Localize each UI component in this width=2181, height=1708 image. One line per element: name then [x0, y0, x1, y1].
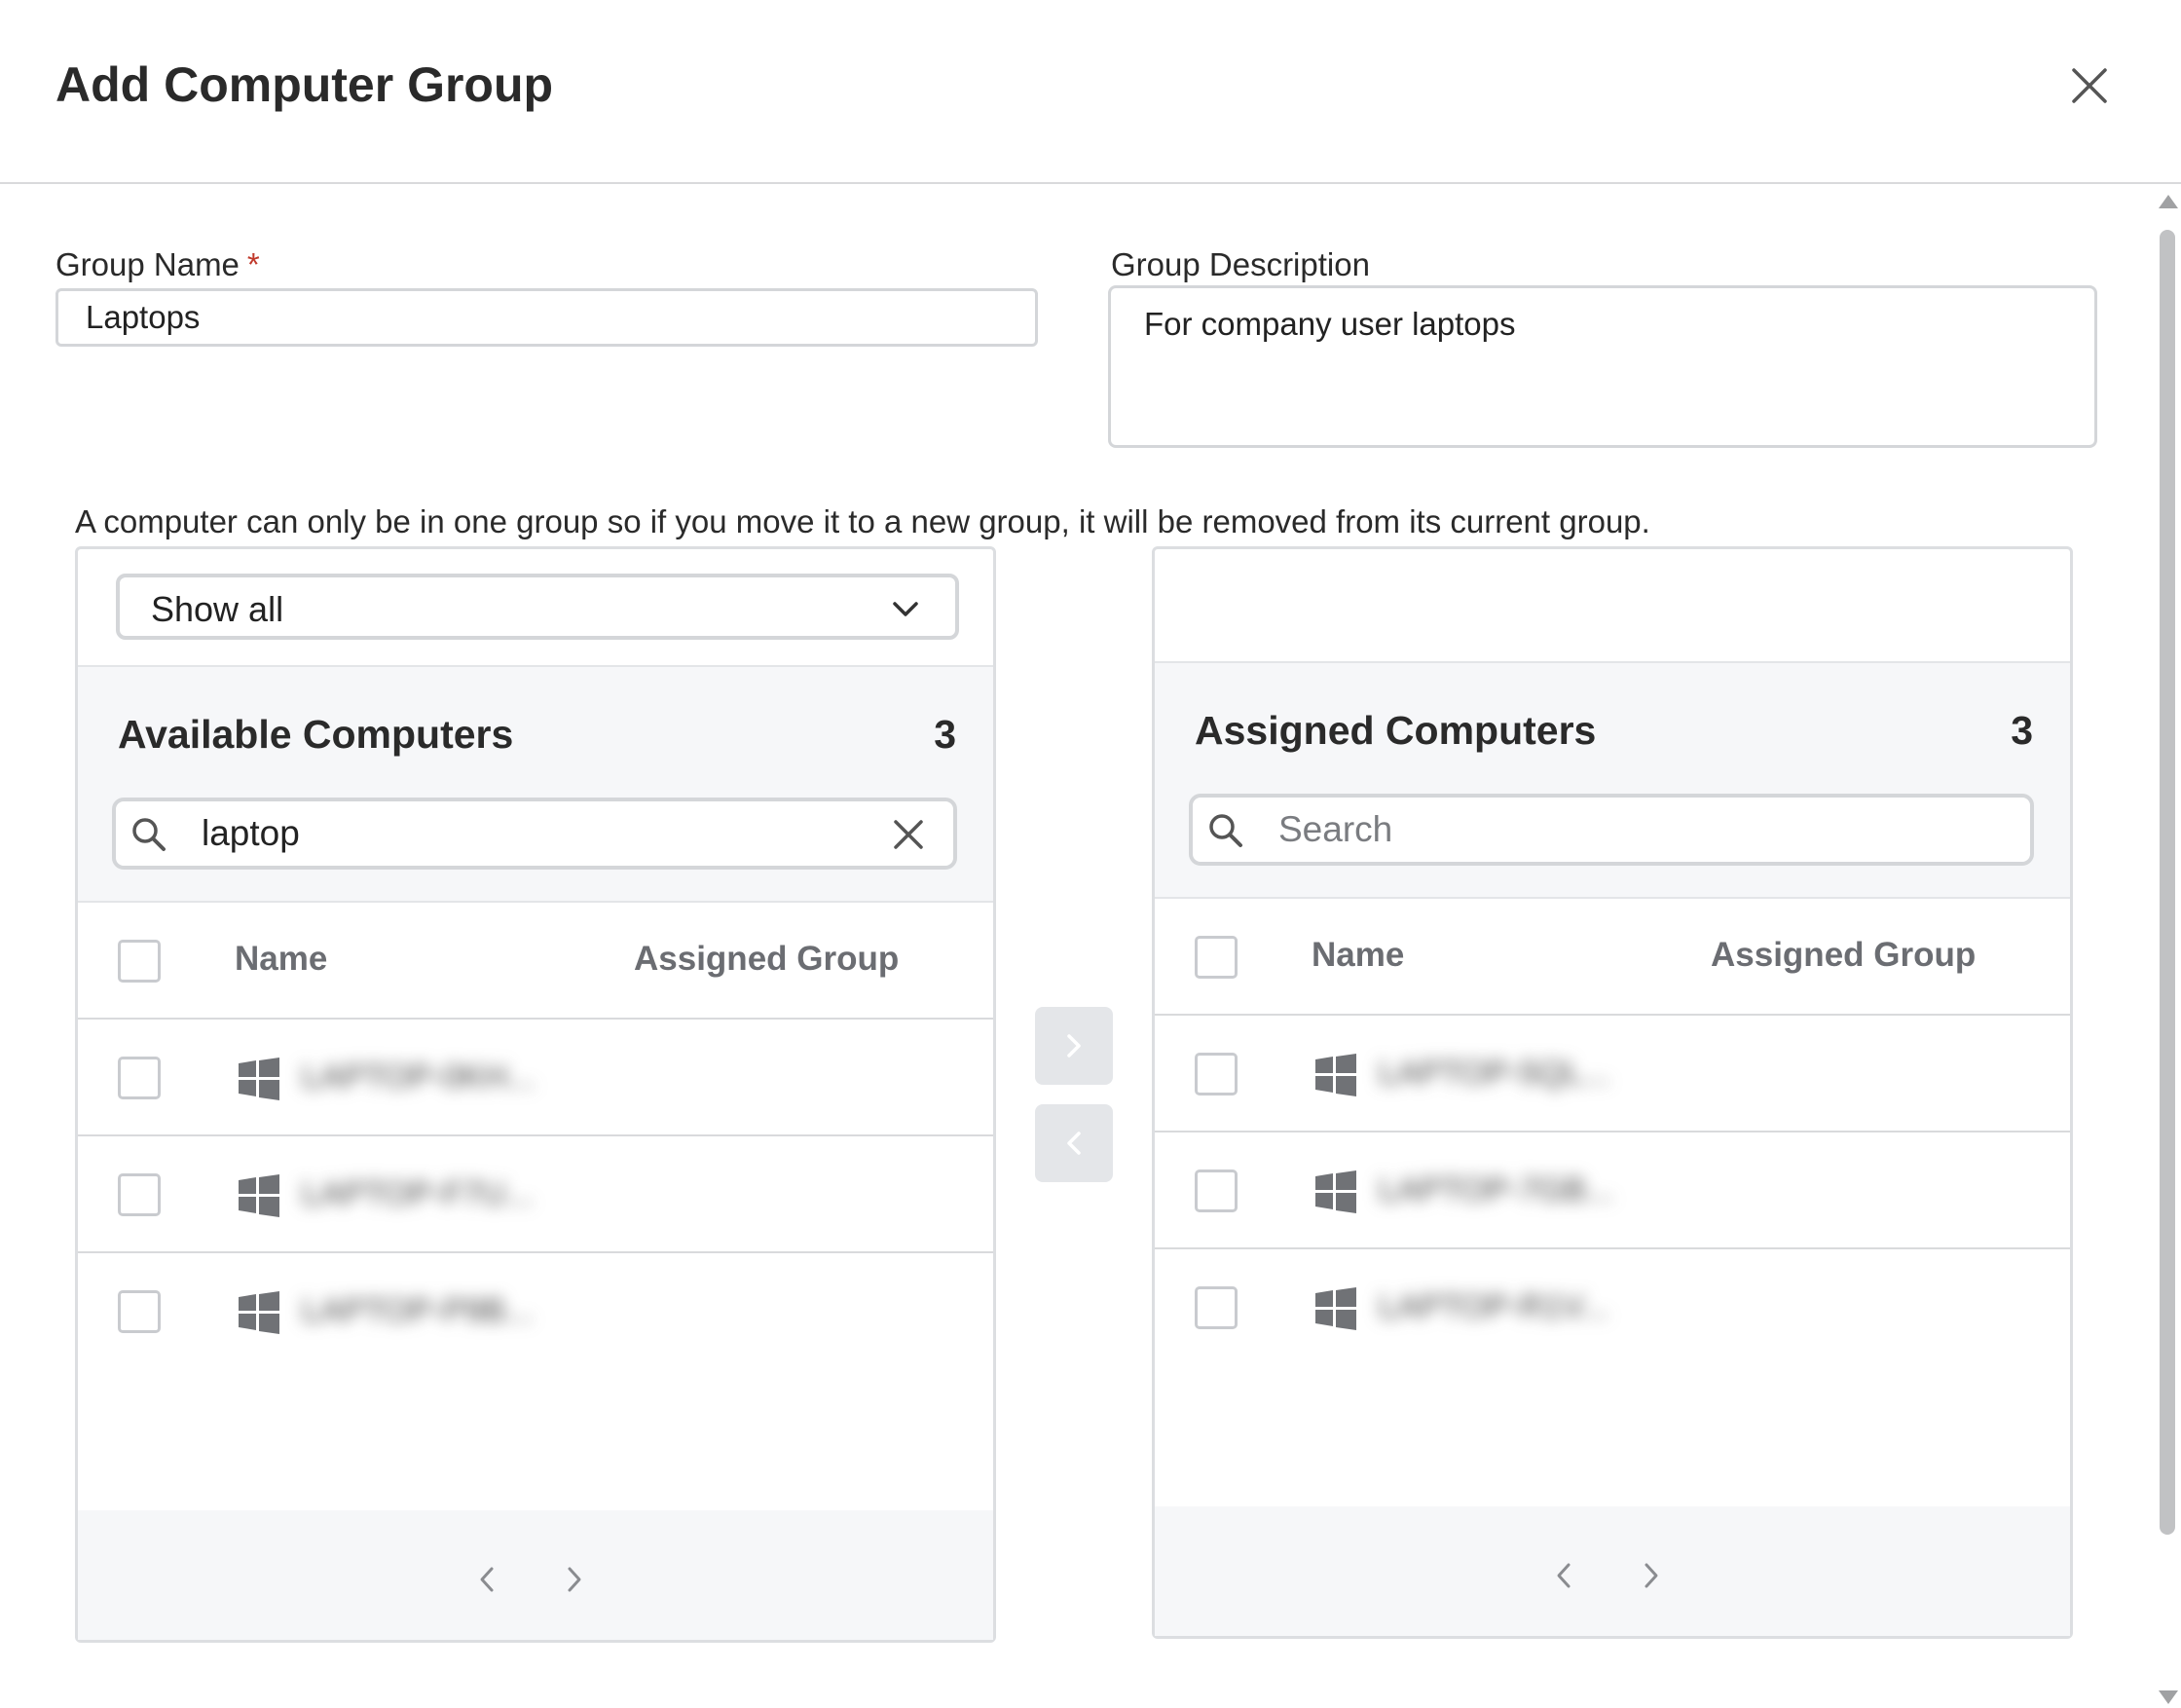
available-computers-title: Available Computers	[118, 712, 514, 757]
chevron-right-icon	[1067, 1034, 1081, 1058]
table-row[interactable]: LAPTOP-0KH...	[78, 1020, 993, 1136]
computer-name: LAPTOP-7GB...	[1379, 1171, 1614, 1208]
column-header-assigned-group[interactable]: Assigned Group	[1711, 936, 1976, 975]
assigned-table: Name Assigned Group LAPTOP-5QL... LAPTOP…	[1155, 897, 2070, 1506]
search-icon	[132, 818, 166, 851]
row-checkbox[interactable]	[118, 1057, 161, 1099]
computer-name: LAPTOP-5QL...	[1379, 1055, 1610, 1092]
row-checkbox[interactable]	[118, 1173, 161, 1216]
assigned-search-box	[1189, 794, 2034, 866]
modal-scrollbar[interactable]	[2155, 191, 2181, 1708]
show-filter-value: Show all	[151, 589, 284, 629]
group-description-textarea[interactable]: For company user laptops	[1108, 285, 2097, 448]
table-row[interactable]: LAPTOP-P9B...	[78, 1253, 993, 1370]
row-checkbox[interactable]	[1195, 1053, 1238, 1095]
select-all-checkbox[interactable]	[118, 940, 161, 983]
table-row[interactable]: LAPTOP-R1V...	[1155, 1249, 2070, 1366]
computer-name: LAPTOP-P9B...	[302, 1292, 534, 1329]
close-button[interactable]	[2064, 60, 2115, 111]
previous-page-icon[interactable]	[473, 1562, 500, 1597]
windows-icon	[1315, 1170, 1356, 1213]
group-name-input[interactable]	[55, 288, 1038, 347]
table-row[interactable]: LAPTOP-5QL...	[1155, 1016, 2070, 1132]
column-header-assigned-group[interactable]: Assigned Group	[634, 940, 899, 979]
required-mark: *	[246, 246, 260, 282]
row-checkbox[interactable]	[1195, 1170, 1238, 1212]
computer-name: LAPTOP-F7U...	[302, 1175, 534, 1212]
select-all-checkbox[interactable]	[1195, 936, 1238, 979]
available-table-header: Name Assigned Group	[78, 903, 993, 1020]
move-right-button[interactable]	[1035, 1007, 1113, 1085]
scroll-down-icon[interactable]	[2159, 1690, 2178, 1704]
available-computers-count: 3	[934, 712, 956, 757]
available-pager	[78, 1511, 993, 1640]
row-checkbox[interactable]	[1195, 1286, 1238, 1329]
column-header-name[interactable]: Name	[235, 940, 327, 979]
group-description-label: Group Description	[1111, 246, 1370, 282]
chevron-left-icon	[1067, 1132, 1081, 1155]
available-list-area: Available Computers 3 Name Assigned Grou…	[78, 665, 993, 1640]
group-name-label: Group Name *	[55, 246, 260, 283]
group-name-label-text: Group Name	[55, 246, 240, 282]
windows-icon	[239, 1058, 279, 1100]
table-row[interactable]: LAPTOP-7GB...	[1155, 1132, 2070, 1249]
assigned-computers-count: 3	[2011, 708, 2033, 753]
row-checkbox[interactable]	[118, 1290, 161, 1333]
search-icon	[1209, 814, 1242, 847]
table-row[interactable]: LAPTOP-F7U...	[78, 1136, 993, 1253]
next-page-icon[interactable]	[561, 1562, 588, 1597]
available-search-box	[112, 798, 957, 870]
modal-title: Add Computer Group	[55, 57, 554, 112]
windows-icon	[1315, 1287, 1356, 1330]
move-left-button[interactable]	[1035, 1104, 1113, 1182]
close-icon	[2072, 68, 2107, 103]
windows-icon	[1315, 1054, 1356, 1096]
scroll-up-icon[interactable]	[2159, 195, 2178, 208]
assigned-table-header: Name Assigned Group	[1155, 899, 2070, 1016]
available-table: Name Assigned Group LAPTOP-0KH... LAPTOP…	[78, 901, 993, 1510]
windows-icon	[239, 1174, 279, 1217]
assigned-computers-panel: Assigned Computers 3 Name Assigned Group…	[1152, 546, 2073, 1639]
windows-icon	[239, 1291, 279, 1334]
assigned-pager	[1155, 1507, 2070, 1636]
chevron-down-icon	[893, 602, 918, 616]
available-computers-panel: Show all Available Computers 3 Name Assi…	[75, 546, 996, 1643]
scroll-thumb[interactable]	[2160, 230, 2175, 1535]
group-move-notice: A computer can only be in one group so i…	[75, 503, 1650, 539]
computer-name: LAPTOP-R1V...	[1379, 1288, 1609, 1325]
assigned-list-area: Assigned Computers 3 Name Assigned Group…	[1155, 661, 2070, 1636]
assigned-search-input[interactable]	[1278, 805, 1941, 854]
previous-page-icon[interactable]	[1550, 1558, 1577, 1593]
next-page-icon[interactable]	[1638, 1558, 1665, 1593]
assigned-computers-title: Assigned Computers	[1195, 708, 1597, 753]
column-header-name[interactable]: Name	[1312, 936, 1404, 975]
computer-name: LAPTOP-0KH...	[302, 1058, 536, 1095]
modal-header: Add Computer Group	[0, 0, 2181, 184]
clear-search-icon[interactable]	[891, 817, 926, 852]
available-search-input[interactable]	[202, 809, 864, 858]
show-filter-select[interactable]: Show all	[116, 574, 959, 640]
